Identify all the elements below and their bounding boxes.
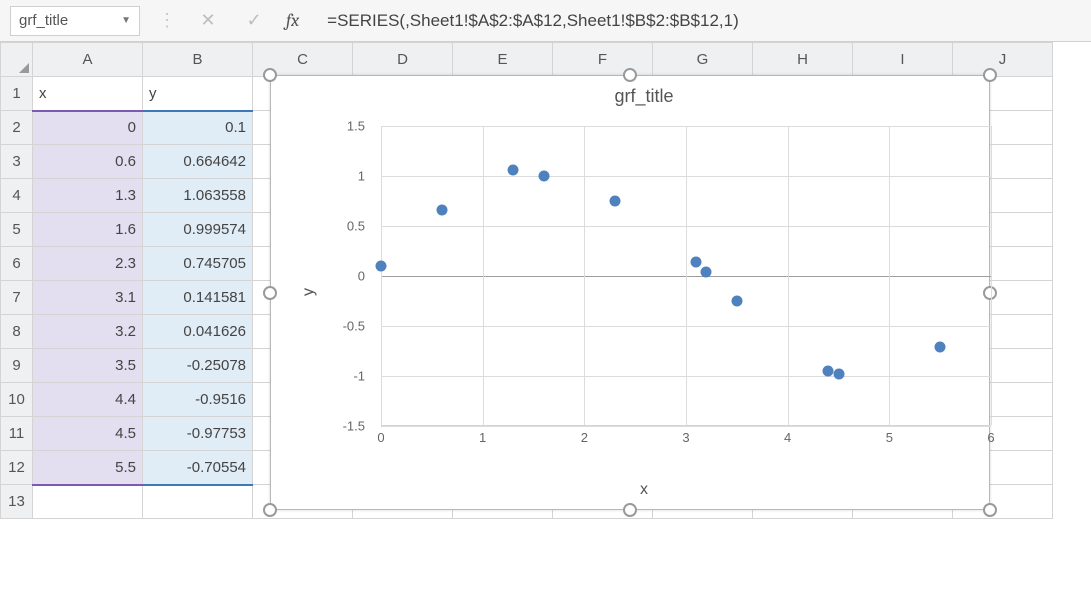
cell[interactable]: 1.063558 [143,179,253,213]
data-point[interactable] [691,256,702,267]
cell[interactable]: 0.6 [33,145,143,179]
col-header[interactable]: I [853,43,953,77]
data-point[interactable] [701,266,712,277]
select-all-corner[interactable] [1,43,33,77]
row-header[interactable]: 1 [1,77,33,111]
cell[interactable]: 0.041626 [143,315,253,349]
row-header[interactable]: 9 [1,349,33,383]
x-tick-label: 2 [581,430,588,445]
data-point[interactable] [508,164,519,175]
cell[interactable]: 3.5 [33,349,143,383]
row-header[interactable]: 6 [1,247,33,281]
y-tick-label: -1.5 [343,419,365,434]
row-header[interactable]: 8 [1,315,33,349]
y-tick-label: 1.5 [347,119,365,134]
col-header[interactable]: J [953,43,1053,77]
row-header[interactable]: 3 [1,145,33,179]
y-tick-label: 0 [358,269,365,284]
x-tick-label: 6 [987,430,994,445]
cell[interactable]: 3.2 [33,315,143,349]
resize-handle[interactable] [983,503,997,517]
cell[interactable]: -0.70554 [143,451,253,485]
col-header[interactable]: E [453,43,553,77]
resize-handle[interactable] [623,68,637,82]
chart-title[interactable]: grf_title [311,86,977,107]
cell[interactable] [143,485,253,519]
row-header[interactable]: 11 [1,417,33,451]
row-header[interactable]: 4 [1,179,33,213]
separator: ⋮ [158,10,176,31]
y-tick-label: -0.5 [343,319,365,334]
data-point[interactable] [437,204,448,215]
x-tick-label: 0 [377,430,384,445]
cell[interactable]: 0.745705 [143,247,253,281]
cell[interactable]: -0.97753 [143,417,253,451]
y-tick-label: 0.5 [347,219,365,234]
row-header[interactable]: 2 [1,111,33,145]
y-tick-label: -1 [353,369,365,384]
enter-button[interactable]: ✓ [240,10,268,31]
cell[interactable]: 0.664642 [143,145,253,179]
y-axis-labels: -1.5-1-0.500.511.5 [311,126,371,426]
col-header[interactable]: D [353,43,453,77]
row-header[interactable]: 10 [1,383,33,417]
cell[interactable] [33,485,143,519]
fx-icon[interactable]: fx [286,10,299,31]
chart-inner: grf_title y -1.5-1-0.500.511.5 0123456 x [311,86,977,497]
resize-handle[interactable] [263,503,277,517]
row-header[interactable]: 13 [1,485,33,519]
x-axis-title[interactable]: x [640,481,648,499]
cell[interactable]: 1.6 [33,213,143,247]
cell[interactable]: 4.5 [33,417,143,451]
cell[interactable]: -0.9516 [143,383,253,417]
cell[interactable]: 2.3 [33,247,143,281]
data-point[interactable] [833,368,844,379]
cell[interactable]: 5.5 [33,451,143,485]
data-point[interactable] [538,171,549,182]
x-tick-label: 5 [886,430,893,445]
cell[interactable]: 1.3 [33,179,143,213]
worksheet-area: A B C D E F G H I J 1xy200.130.60.664642… [0,42,1091,590]
col-header[interactable]: H [753,43,853,77]
resize-handle[interactable] [623,503,637,517]
name-box[interactable]: grf_title ▼ [10,6,140,36]
cell[interactable]: y [143,77,253,111]
cell[interactable]: -0.25078 [143,349,253,383]
y-tick-label: 1 [358,169,365,184]
formula-input[interactable] [317,6,1081,36]
cell[interactable]: 4.4 [33,383,143,417]
x-tick-label: 1 [479,430,486,445]
dropdown-icon[interactable]: ▼ [121,15,131,26]
col-header[interactable]: F [553,43,653,77]
x-tick-label: 3 [682,430,689,445]
x-tick-label: 4 [784,430,791,445]
data-point[interactable] [935,341,946,352]
row-header[interactable]: 12 [1,451,33,485]
plot-area[interactable] [381,126,991,426]
data-point[interactable] [731,296,742,307]
cell[interactable]: 0.999574 [143,213,253,247]
cell[interactable]: 0.1 [143,111,253,145]
cell[interactable]: 0 [33,111,143,145]
resize-handle[interactable] [263,286,277,300]
data-point[interactable] [376,261,387,272]
col-header[interactable]: A [33,43,143,77]
cell[interactable]: x [33,77,143,111]
name-box-value: grf_title [19,12,68,29]
resize-handle[interactable] [983,68,997,82]
col-header[interactable]: G [653,43,753,77]
cell[interactable]: 0.141581 [143,281,253,315]
row-header[interactable]: 5 [1,213,33,247]
resize-handle[interactable] [263,68,277,82]
formula-bar: grf_title ▼ ⋮ ✕ ✓ fx [0,0,1091,42]
chart-object[interactable]: grf_title y -1.5-1-0.500.511.5 0123456 x [270,75,990,510]
data-point[interactable] [609,196,620,207]
col-header[interactable]: B [143,43,253,77]
row-header[interactable]: 7 [1,281,33,315]
cancel-button[interactable]: ✕ [194,10,222,31]
cell[interactable]: 3.1 [33,281,143,315]
x-axis-labels: 0123456 [381,430,991,450]
